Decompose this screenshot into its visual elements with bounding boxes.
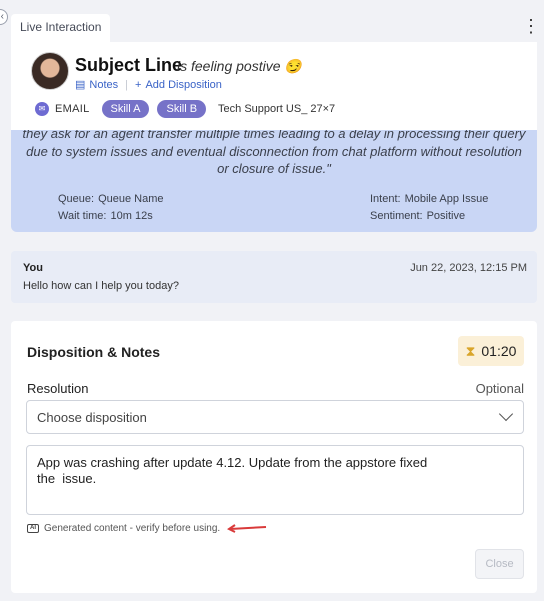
disposition-panel: Disposition & Notes ⧗ 01:20 Resolution O… [11, 321, 537, 593]
interaction-header: Subject Line is feeling postive 😏 ▤ Note… [11, 42, 537, 130]
add-disposition-link[interactable]: Add Disposition [145, 79, 221, 91]
notes-textarea[interactable]: App was crashing after update 4.12. Upda… [26, 445, 524, 515]
chevron-down-icon [498, 406, 514, 422]
ai-icon: AI [27, 524, 39, 533]
interaction-meta: ✉ EMAIL Skill A Skill B Tech Support US_… [35, 100, 335, 118]
close-button[interactable]: Close [475, 549, 524, 579]
hourglass-icon: ⧗ [465, 342, 476, 359]
timer-badge: ⧗ 01:20 [458, 336, 524, 366]
skill-badge: Skill A [101, 100, 150, 118]
chat-message: You Jun 22, 2023, 12:15 PM Hello how can… [11, 251, 537, 303]
optional-label: Optional [475, 381, 524, 396]
generated-content-text: Generated content - verify before using. [44, 523, 221, 534]
intent-value: Mobile App Issue [404, 193, 489, 205]
channel-label: EMAIL [55, 103, 90, 115]
plus-icon: + [135, 78, 142, 91]
generated-content-note: AI Generated content - verify before usi… [27, 523, 220, 534]
email-icon: ✉ [35, 102, 49, 116]
disposition-select[interactable]: Choose disposition [26, 400, 524, 434]
queue-name: Tech Support US_ 27×7 [218, 103, 336, 115]
interaction-summary: they ask for an agent transfer multiple … [11, 130, 537, 232]
queue-value: Queue Name [98, 193, 164, 205]
sentiment-label: Sentiment: [370, 210, 423, 222]
skill-badge: Skill B [157, 100, 207, 118]
disposition-select-value: Choose disposition [37, 410, 147, 425]
message-text: Hello how can I help you today? [23, 280, 179, 292]
header-actions: ▤ Notes | + Add Disposition [75, 78, 222, 92]
sentiment-value: Positive [426, 210, 466, 222]
resolution-label: Resolution [27, 381, 89, 396]
avatar [31, 52, 69, 90]
notes-link[interactable]: Notes [89, 79, 118, 91]
tab-live-interaction[interactable]: Live Interaction [11, 14, 111, 42]
subject-line: Subject Line [75, 55, 183, 75]
timer-value: 01:20 [481, 343, 517, 359]
collapse-panel-button[interactable]: ‹ [0, 9, 8, 25]
document-icon: ▤ [75, 79, 86, 91]
more-options-icon[interactable]: ⋮ [522, 17, 540, 36]
wait-time-value: 10m 12s [110, 210, 153, 222]
message-author: You [23, 262, 43, 274]
message-timestamp: Jun 22, 2023, 12:15 PM [410, 262, 527, 274]
intent-label: Intent: [370, 193, 401, 205]
queue-label: Queue: [58, 193, 95, 205]
disposition-title: Disposition & Notes [27, 344, 161, 360]
annotation-arrow-icon [227, 524, 267, 533]
summary-text: they ask for an agent transfer multiple … [22, 130, 526, 176]
summary-facts-left: Queue: Queue Name Wait time: 10m 12s [58, 191, 164, 225]
divider: | [125, 78, 129, 91]
sentiment-status: is feeling postive 😏 [177, 58, 302, 74]
wait-time-label: Wait time: [58, 210, 107, 222]
summary-facts-right: Intent: Mobile App Issue Sentiment: Positi… [370, 191, 488, 225]
